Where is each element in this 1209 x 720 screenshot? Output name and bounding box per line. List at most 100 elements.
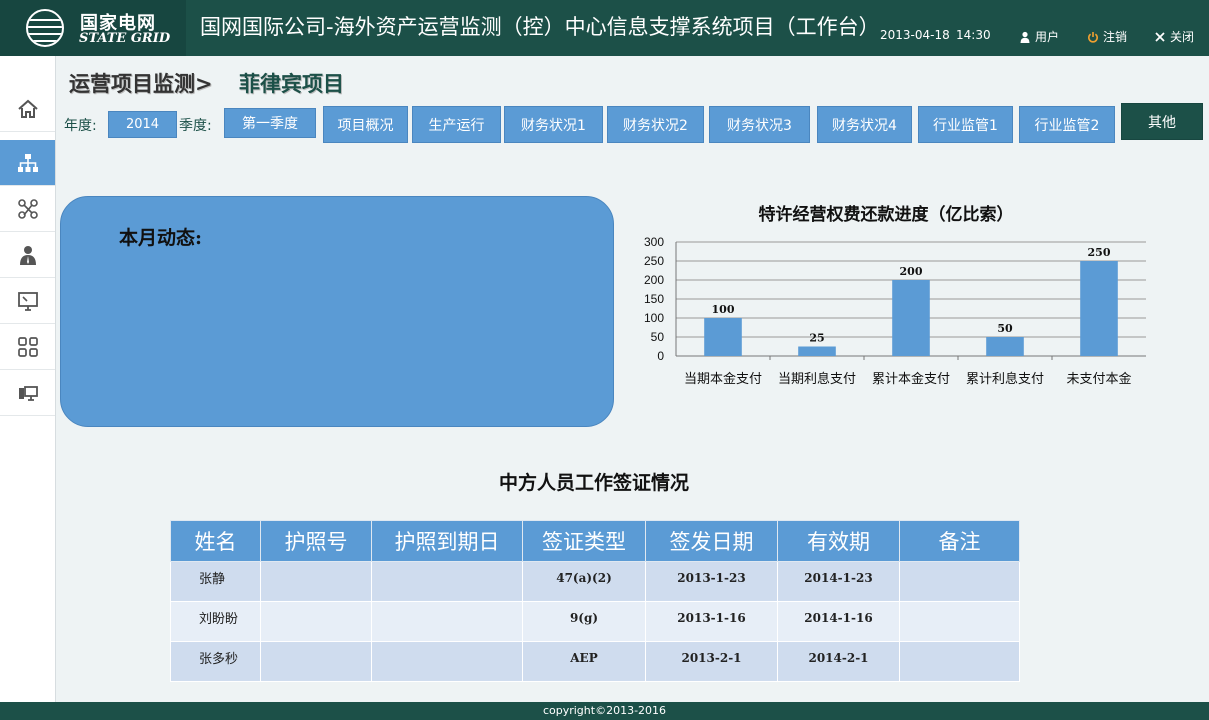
y-tick-label: 200 — [644, 273, 664, 287]
cell-passport-no — [260, 601, 372, 642]
state-grid-globe-icon — [26, 9, 64, 47]
x-tick-label: 当期本金支付 — [684, 371, 762, 387]
column-header-valid-until: 有效期 — [777, 520, 900, 562]
cell-passport-expiry — [371, 601, 523, 642]
table-header-row: 姓名 护照号 护照到期日 签证类型 签发日期 有效期 备注 — [170, 520, 1020, 562]
y-tick-label: 50 — [651, 330, 665, 344]
tab-regulation-2[interactable]: 行业监管2 — [1019, 106, 1115, 143]
logo-text-en: STATE GRID — [79, 31, 171, 46]
quarter-select[interactable]: 第一季度 — [224, 108, 316, 138]
sidebar-item-personnel[interactable] — [0, 232, 55, 278]
power-icon — [1088, 31, 1098, 43]
visa-table: 姓名 护照号 护照到期日 签证类型 签发日期 有效期 备注 张静 47(a)(2… — [170, 520, 1020, 682]
data-label: 100 — [712, 303, 735, 316]
year-select[interactable]: 2014 — [108, 111, 177, 138]
cell-passport-expiry — [371, 641, 523, 682]
cell-remarks — [899, 561, 1020, 602]
user-button[interactable]: 用户 — [1019, 28, 1059, 45]
header-time: 14:30 — [956, 28, 991, 42]
close-icon — [1155, 31, 1165, 42]
sidebar-item-network[interactable] — [0, 186, 55, 232]
cell-passport-no — [260, 561, 372, 602]
monitor-icon — [17, 291, 38, 311]
logo: 国家电网 STATE GRID — [0, 0, 186, 56]
footer-copyright: copyright©2013-2016 — [0, 702, 1209, 720]
sidebar — [0, 56, 56, 702]
cell-name: 张静 — [170, 561, 261, 602]
org-chart-icon — [17, 153, 38, 172]
x-tick-label: 当期利息支付 — [778, 371, 856, 387]
bar — [1080, 261, 1118, 356]
tab-finance-1[interactable]: 财务状况1 — [504, 106, 603, 143]
y-tick-label: 250 — [644, 254, 664, 268]
year-label: 年度: — [64, 118, 97, 134]
table-row: 张静 47(a)(2) 2013-1-23 2014-1-23 — [170, 561, 1020, 602]
data-label: 250 — [1088, 246, 1111, 259]
logout-button[interactable]: 注销 — [1087, 28, 1127, 45]
cell-visa-type: AEP — [522, 641, 646, 682]
close-button[interactable]: 关闭 — [1154, 28, 1194, 45]
y-tick-label: 300 — [644, 235, 664, 249]
sidebar-item-devices[interactable] — [0, 370, 55, 416]
column-header-passport-no: 护照号 — [260, 520, 372, 562]
column-header-remarks: 备注 — [899, 520, 1020, 562]
tab-finance-2[interactable]: 财务状况2 — [607, 106, 704, 143]
logout-label: 注销 — [1103, 30, 1128, 44]
person-icon — [19, 245, 36, 265]
cell-name: 张多秒 — [170, 641, 261, 682]
column-header-issue-date: 签发日期 — [645, 520, 778, 562]
sidebar-item-home[interactable] — [0, 86, 55, 132]
sidebar-item-apps[interactable] — [0, 324, 55, 370]
table-row: 刘盼盼 9(g) 2013-1-16 2014-1-16 — [170, 601, 1020, 642]
x-tick-label: 未支付本金 — [1066, 371, 1131, 387]
cell-visa-type: 47(a)(2) — [522, 561, 646, 602]
y-tick-label: 150 — [644, 292, 664, 306]
data-label: 50 — [997, 322, 1013, 335]
cell-name: 刘盼盼 — [170, 601, 261, 642]
x-tick-label: 累计本金支付 — [872, 371, 950, 387]
tab-finance-4[interactable]: 财务状况4 — [817, 106, 912, 143]
chart-title: 特许经营权费还款进度（亿比索） — [758, 205, 1014, 225]
grid-icon — [17, 336, 38, 357]
header-date: 2013-04-18 — [880, 28, 950, 42]
app-title: 国网国际公司-海外资产运营监测（控）中心信息支撑系统项目（工作台） — [200, 15, 880, 39]
visa-table-title: 中方人员工作签证情况 — [498, 472, 689, 494]
cell-valid-until: 2014-1-16 — [777, 601, 900, 642]
cell-valid-until: 2014-2-1 — [777, 641, 900, 682]
cell-visa-type: 9(g) — [522, 601, 646, 642]
cell-issue-date: 2013-2-1 — [645, 641, 778, 682]
page-title: 菲律宾项目 — [239, 71, 344, 96]
bar — [704, 318, 742, 356]
bar — [892, 280, 930, 356]
tab-project-overview[interactable]: 项目概况 — [323, 106, 408, 143]
cell-issue-date: 2013-1-23 — [645, 561, 778, 602]
cell-passport-no — [260, 641, 372, 682]
breadcrumb-parent[interactable]: 运营项目监测> — [69, 68, 213, 98]
tab-other[interactable]: 其他 — [1121, 103, 1203, 140]
tab-finance-3[interactable]: 财务状况3 — [709, 106, 810, 143]
sidebar-item-monitor[interactable] — [0, 278, 55, 324]
cell-remarks — [899, 601, 1020, 642]
close-label: 关闭 — [1170, 30, 1195, 44]
cell-valid-until: 2014-1-23 — [777, 561, 900, 602]
y-tick-label: 100 — [644, 311, 664, 325]
user-icon — [1020, 31, 1030, 43]
monthly-dynamics-title: 本月动态: — [119, 227, 203, 249]
cell-passport-expiry — [371, 561, 523, 602]
table-row: 张多秒 AEP 2013-2-1 2014-2-1 — [170, 641, 1020, 682]
repayment-bar-chart: 0 50 100 150 200 250 300 100 当期本金支付 25 当期利息支付 200 累计… — [644, 235, 1146, 387]
sidebar-item-org[interactable] — [0, 140, 55, 186]
bar — [798, 346, 836, 356]
data-label: 200 — [900, 265, 923, 278]
home-icon — [17, 99, 38, 118]
monthly-dynamics-panel: 本月动态: — [60, 196, 614, 427]
quarter-label: 季度: — [179, 118, 212, 134]
x-tick-label: 累计利息支付 — [966, 371, 1044, 387]
column-header-name: 姓名 — [170, 520, 261, 562]
bar — [986, 337, 1024, 356]
cell-remarks — [899, 641, 1020, 682]
tab-production[interactable]: 生产运行 — [412, 106, 501, 143]
data-label: 25 — [809, 332, 824, 345]
tab-regulation-1[interactable]: 行业监管1 — [918, 106, 1013, 143]
column-header-passport-expiry: 护照到期日 — [371, 520, 523, 562]
